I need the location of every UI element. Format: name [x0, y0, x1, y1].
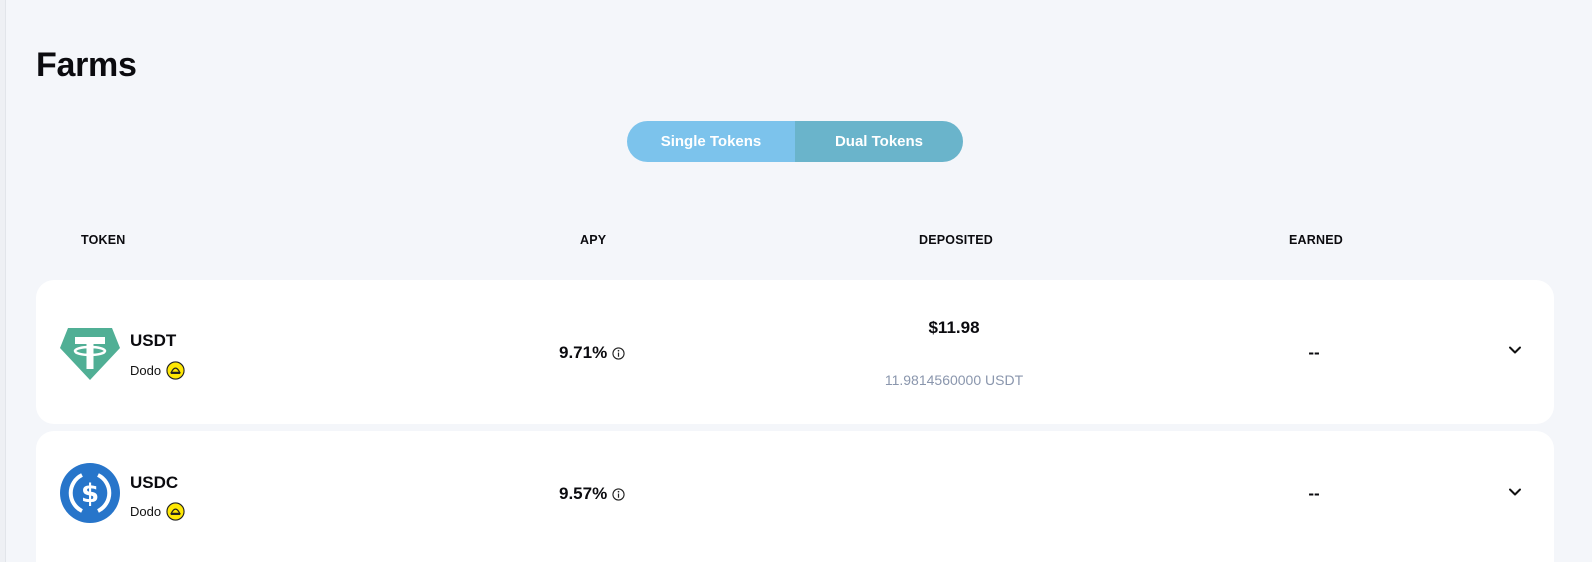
- dual-tokens-tab[interactable]: Dual Tokens: [795, 121, 963, 162]
- chevron-down-icon[interactable]: [1508, 485, 1522, 499]
- farm-row-usdt[interactable]: USDT Dodo 9.71% $11.98 11.9814560000 USD…: [36, 280, 1554, 424]
- token-name: USDC: [130, 473, 179, 492]
- apy-text: 9.57%: [559, 484, 608, 503]
- token-source: Dodo: [130, 502, 185, 521]
- token-type-toggle: Single Tokens Dual Tokens: [627, 121, 963, 162]
- deposited-usd: $11.98: [928, 318, 980, 337]
- page-title: Farms: [36, 46, 137, 84]
- column-header-token: TOKEN: [81, 233, 126, 247]
- column-header-earned: EARNED: [1289, 233, 1343, 247]
- earned-value: --: [1308, 484, 1320, 503]
- apy-value: 9.71%: [559, 343, 625, 363]
- info-icon[interactable]: [612, 346, 625, 360]
- apy-value: 9.57%: [559, 484, 625, 504]
- farm-row-usdc[interactable]: $ USDC Dodo 9.57% --: [36, 431, 1554, 562]
- usdc-icon: $: [60, 463, 120, 523]
- dodo-icon: [166, 502, 185, 521]
- column-header-deposited: DEPOSITED: [919, 233, 994, 247]
- earned-value: --: [1308, 343, 1320, 362]
- info-icon[interactable]: [612, 487, 625, 501]
- apy-text: 9.71%: [559, 343, 608, 362]
- single-tokens-tab[interactable]: Single Tokens: [627, 121, 795, 162]
- sidebar-edge: [0, 0, 6, 562]
- chevron-down-icon[interactable]: [1508, 343, 1522, 357]
- token-source-label: Dodo: [130, 504, 162, 519]
- svg-text:$: $: [81, 479, 99, 509]
- column-header-apy: APY: [580, 233, 607, 247]
- deposited-amount: 11.9814560000 USDT: [884, 372, 1024, 388]
